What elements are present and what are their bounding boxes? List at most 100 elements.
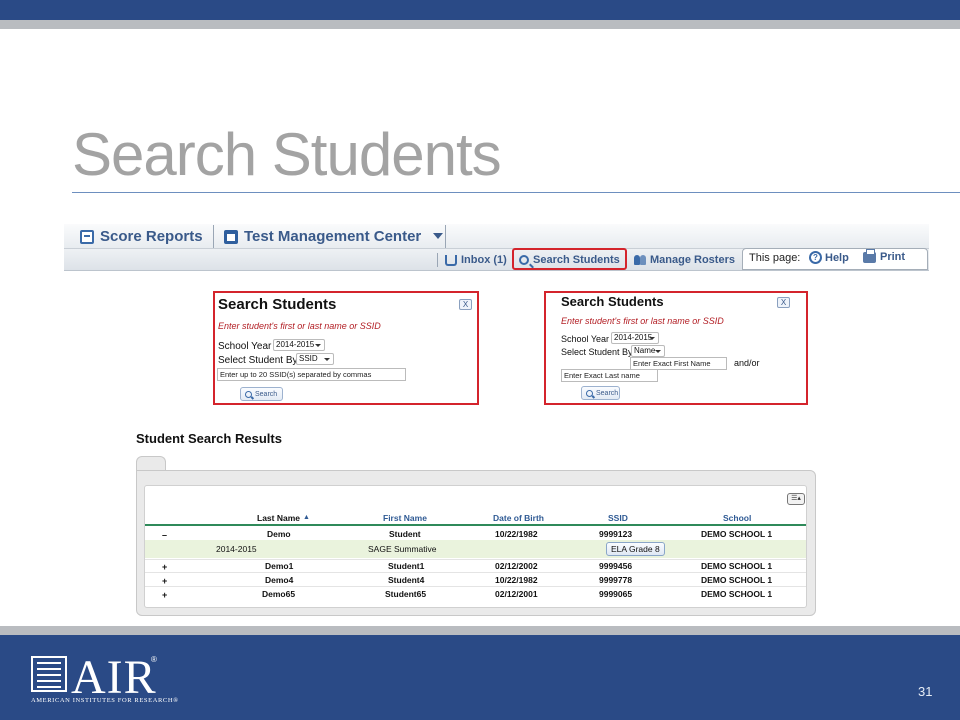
ssid-input[interactable]: Enter up to 20 SSID(s) separated by comm… [217, 368, 406, 381]
school-year-label: School Year [218, 341, 272, 352]
subnav-divider [437, 253, 438, 267]
search-students-highlight [512, 248, 627, 270]
cell-dob: 02/12/2001 [495, 589, 538, 599]
school-year-select[interactable]: 2014-2015 [273, 339, 325, 351]
select-by-value: SSID [299, 354, 318, 363]
title-rule [72, 192, 960, 193]
help-icon: ? [809, 251, 822, 264]
detail-year: 2014-2015 [216, 544, 257, 554]
cell-school: DEMO SCHOOL 1 [701, 561, 773, 571]
score-reports-icon [80, 229, 94, 244]
main-nav-bar: Score Reports Test Management Center [64, 224, 929, 249]
footer-stripe [0, 626, 960, 635]
cell-ssid: 9999456 [599, 561, 633, 571]
panel-instruction: Enter student's first or last name or SS… [561, 316, 724, 326]
cell-dob: 10/22/1982 [495, 529, 538, 539]
last-name-input[interactable]: Enter Exact Last name [561, 369, 658, 382]
slide-title: Search Students [72, 121, 502, 188]
this-page-toolbar: This page: ? Help Print [742, 248, 928, 270]
expand-toggle[interactable]: + [162, 576, 167, 586]
chevron-down-icon [649, 337, 655, 340]
search-button-label: Search [255, 390, 278, 398]
cell-first-name: Student65 [385, 589, 427, 599]
people-icon [634, 254, 646, 266]
print-label: Print [880, 251, 906, 263]
manage-rosters-link[interactable]: Manage Rosters [634, 249, 735, 271]
cell-dob: 10/22/1982 [495, 575, 538, 585]
air-logo-subtitle: AMERICAN INSTITUTES FOR RESEARCH® [31, 697, 179, 704]
column-toggle-icon[interactable]: ☰▴ [787, 493, 805, 505]
cell-first-name: Student [389, 529, 421, 539]
select-by-select[interactable]: SSID [296, 353, 334, 365]
cell-last-name: Demo4 [265, 575, 294, 585]
cell-school: DEMO SCHOOL 1 [701, 575, 773, 585]
school-year-value: 2014-2015 [614, 333, 653, 342]
chevron-down-icon [324, 358, 330, 361]
chevron-down-icon [315, 344, 321, 347]
chevron-down-icon [655, 350, 661, 353]
header-rule [145, 524, 806, 526]
select-by-value: Name [634, 346, 656, 355]
nav-tab-label: Test Management Center [244, 228, 422, 245]
school-year-value: 2014-2015 [276, 340, 315, 349]
page-number: 31 [918, 684, 933, 699]
close-icon[interactable]: X [459, 299, 472, 310]
cell-ssid: 9999778 [599, 575, 633, 585]
cell-school: DEMO SCHOOL 1 [701, 589, 773, 599]
panel-title: Search Students [561, 294, 664, 309]
top-band-stripe [0, 20, 960, 29]
column-header-ssid[interactable]: SSID [608, 513, 628, 523]
chevron-down-icon[interactable] [433, 233, 443, 239]
cell-last-name: Demo1 [265, 561, 294, 571]
cell-school: DEMO SCHOOL 1 [701, 529, 773, 539]
column-header-date-of-birth[interactable]: Date of Birth [493, 513, 544, 523]
inbox-label: Inbox (1) [461, 254, 507, 266]
ela-grade-button[interactable]: ELA Grade 8 [606, 542, 665, 556]
panel-instruction: Enter student's first or last name or SS… [218, 321, 381, 331]
select-by-select[interactable]: Name [631, 345, 665, 357]
column-header-last-name[interactable]: Last Name ▲ [257, 513, 310, 523]
printer-icon [863, 248, 876, 263]
row-divider [145, 586, 806, 587]
detail-test: SAGE Summative [368, 544, 437, 554]
cell-first-name: Student1 [388, 561, 425, 571]
cell-dob: 02/12/2002 [495, 561, 538, 571]
inbox-icon [445, 254, 457, 266]
cell-ssid: 9999123 [599, 529, 633, 539]
search-button[interactable]: Search [240, 387, 283, 401]
nav-tab-test-management-center[interactable]: Test Management Center [224, 224, 421, 249]
column-header-school[interactable]: School [723, 513, 751, 523]
nav-tab-score-reports[interactable]: Score Reports [80, 224, 203, 249]
help-label: Help [825, 251, 849, 264]
air-logo-icon [31, 656, 67, 692]
close-icon[interactable]: X [777, 297, 790, 308]
and-or-label: and/or [734, 358, 760, 368]
panel-title: Search Students [218, 296, 337, 313]
print-link[interactable]: Print [863, 248, 906, 263]
school-year-label: School Year [561, 334, 610, 344]
cell-last-name: Demo65 [262, 589, 296, 599]
nav-divider [445, 225, 446, 248]
search-button[interactable]: Search [581, 386, 620, 400]
expand-toggle[interactable]: + [162, 590, 167, 600]
search-icon [586, 389, 593, 397]
briefcase-icon [224, 229, 238, 244]
manage-rosters-label: Manage Rosters [650, 254, 735, 266]
cell-first-name: Student4 [388, 575, 425, 585]
column-header-first-name[interactable]: First Name [383, 513, 427, 523]
column-header-label: Last Name [257, 513, 300, 523]
school-year-select[interactable]: 2014-2015 [611, 332, 659, 344]
search-button-label: Search [596, 389, 619, 397]
expand-toggle[interactable]: + [162, 562, 167, 572]
collapse-toggle[interactable]: – [162, 530, 167, 540]
results-title: Student Search Results [136, 431, 282, 446]
select-by-label: Select Student By [218, 355, 298, 366]
select-by-label: Select Student By [561, 347, 633, 357]
inbox-link[interactable]: Inbox (1) [445, 249, 507, 271]
help-link[interactable]: ? Help [809, 251, 849, 264]
row-divider [145, 572, 806, 573]
nav-tab-label: Score Reports [100, 228, 203, 245]
air-logo-registered: ® [151, 655, 157, 664]
cell-ssid: 9999065 [599, 589, 633, 599]
this-page-label: This page: [749, 252, 801, 264]
